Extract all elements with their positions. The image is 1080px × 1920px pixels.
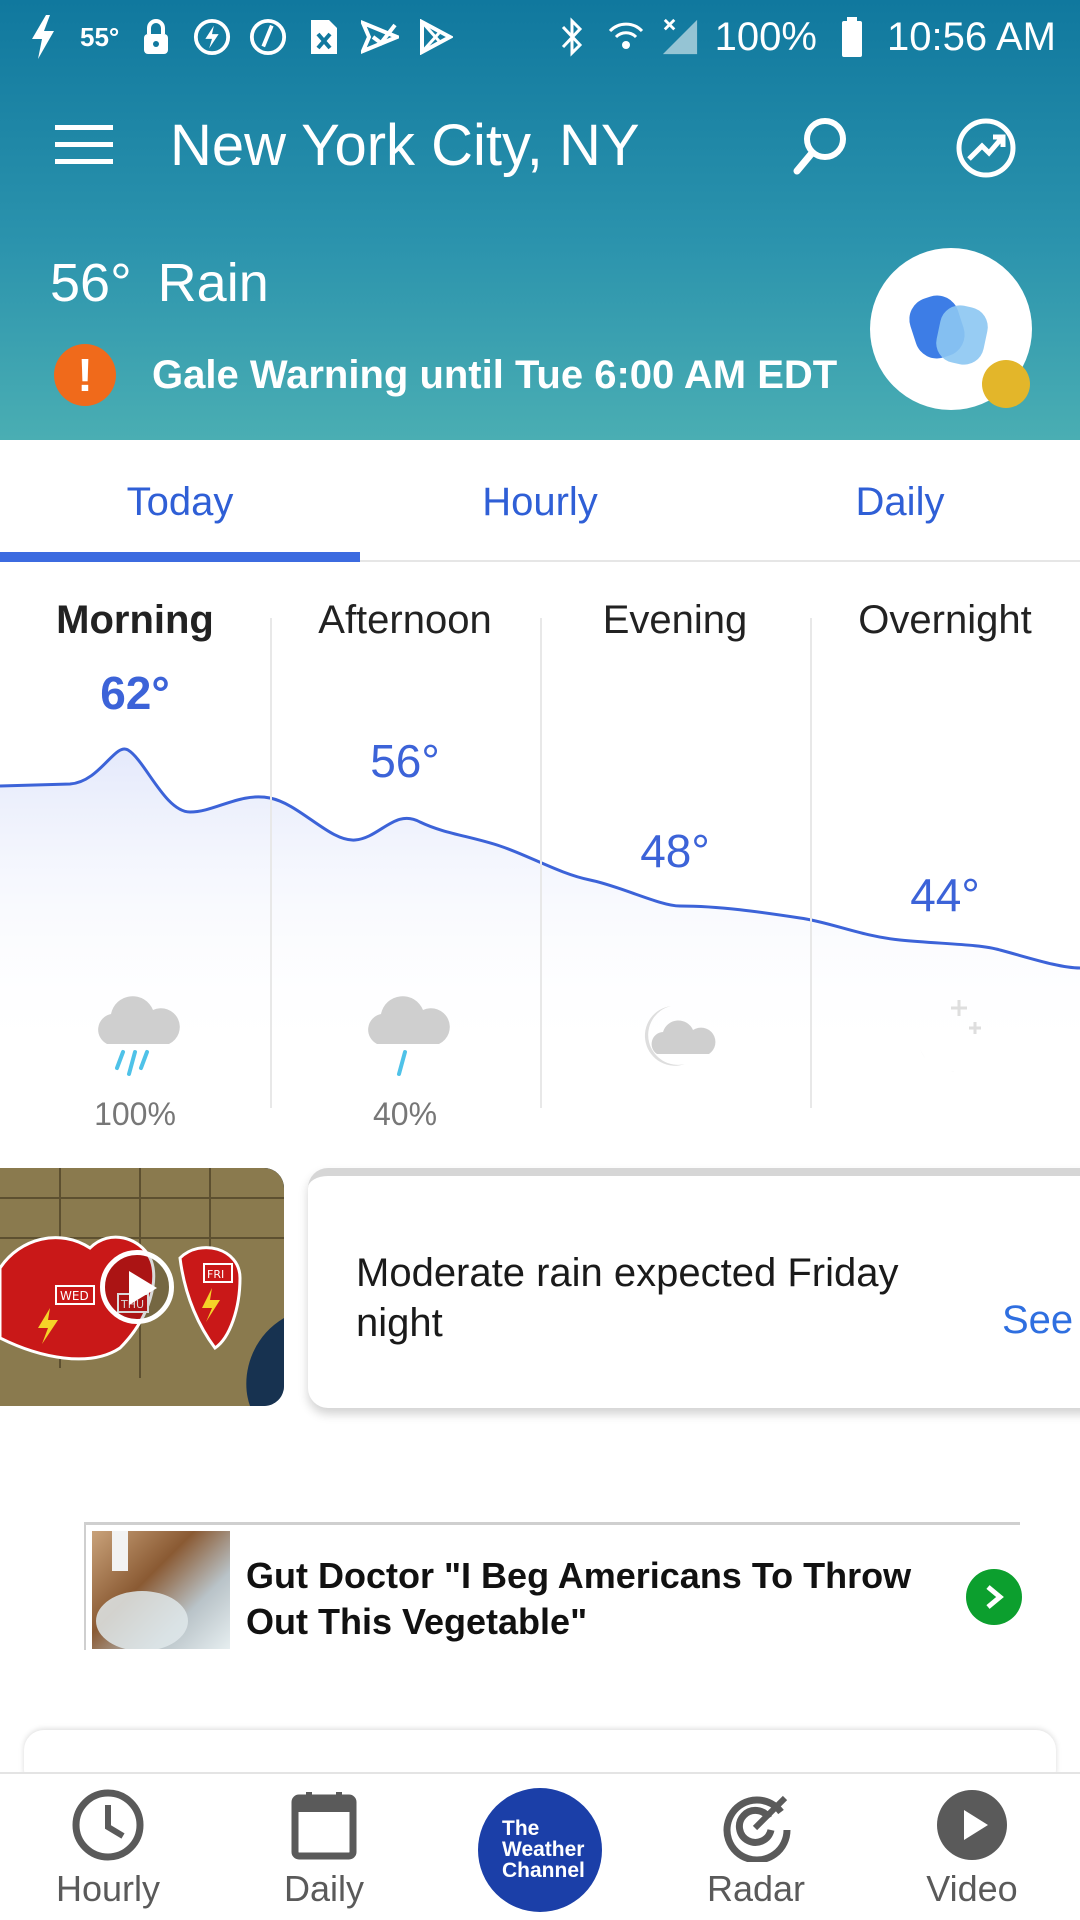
location-title[interactable]: New York City, NY	[170, 112, 640, 179]
ad-image	[92, 1531, 230, 1649]
signal-icon	[661, 15, 699, 59]
nav-daily[interactable]: Daily	[234, 1788, 414, 1910]
rain-cloud-icon	[368, 996, 450, 1076]
nav-radar-label: Radar	[706, 1868, 806, 1909]
calendar-icon	[291, 1792, 357, 1860]
nav-hourly-label: Hourly	[55, 1868, 161, 1909]
map-label-wed: WED	[60, 1289, 89, 1303]
lock-icon	[137, 15, 175, 59]
alert-text: Gale Warning until Tue 6:00 AM EDT	[152, 352, 838, 397]
storm-alert-icon-2	[249, 15, 287, 59]
status-temp: 55°	[80, 21, 120, 52]
daypart-overnight-temp: 44°	[910, 869, 980, 921]
partly-cloudy-night-icon	[644, 1006, 716, 1066]
bluetooth-icon	[553, 15, 591, 59]
send-icon	[361, 15, 400, 59]
logo-line-1: The	[502, 1817, 540, 1840]
nav-hourly[interactable]: Hourly	[18, 1788, 198, 1910]
trending-circle-icon	[956, 118, 1016, 178]
battery-icon	[833, 15, 871, 59]
bottom-navigation: Hourly Daily The Weather Channel Radar V…	[0, 1772, 1080, 1920]
daypart-evening-label[interactable]: Evening	[540, 598, 810, 643]
video-thumbnail[interactable]: WED THU FRI	[0, 1168, 284, 1406]
chevron-right-icon	[986, 1585, 1004, 1609]
ad-title[interactable]: Gut Doctor "I Beg Americans To Throw Out…	[246, 1553, 966, 1645]
play-circle-icon	[937, 1790, 1007, 1860]
daypart-afternoon-precip: 40%	[372, 1096, 438, 1132]
daypart-afternoon-label[interactable]: Afternoon	[270, 598, 540, 643]
daypart-overnight-label[interactable]: Overnight	[810, 598, 1080, 643]
clear-night-icon	[917, 1000, 981, 1072]
alert-icon: !	[54, 344, 116, 406]
clock-icon	[72, 1789, 144, 1861]
rain-cloud-icon	[98, 996, 180, 1076]
daypart-divider	[270, 618, 272, 1108]
logo-line-2: Weather	[502, 1838, 585, 1861]
weather-alert[interactable]: ! Gale Warning until Tue 6:00 AM EDT	[54, 344, 837, 406]
tab-hourly[interactable]: Hourly	[360, 440, 720, 560]
battery-percent: 100%	[714, 14, 817, 59]
lightning-icon	[24, 15, 62, 59]
weather-channel-logo[interactable]: The Weather Channel	[478, 1788, 602, 1912]
daypart-afternoon-temp: 56°	[370, 735, 440, 787]
hamburger-icon	[55, 125, 113, 164]
status-bar: 55° 100% 10:56 AM	[0, 0, 1080, 74]
menu-button[interactable]	[42, 103, 126, 187]
forecast-insight-card[interactable]: Moderate rain expected Friday night See	[308, 1168, 1080, 1408]
document-icon	[305, 15, 343, 59]
insight-text: Moderate rain expected Friday night	[356, 1251, 899, 1345]
tab-today[interactable]: Today	[0, 440, 360, 562]
map-label-fri: FRI	[207, 1268, 224, 1281]
see-link[interactable]: See	[1002, 1298, 1073, 1343]
ad-arrow-button[interactable]	[966, 1569, 1022, 1625]
wifi-icon	[607, 15, 645, 59]
storm-alert-icon	[193, 15, 231, 59]
assistant-badge	[982, 360, 1030, 408]
daypart-divider	[810, 618, 812, 1108]
play-store-icon	[417, 15, 455, 59]
app-bar: New York City, NY	[0, 90, 1080, 200]
daypart-morning-label[interactable]: Morning	[0, 598, 270, 643]
nav-radar[interactable]: Radar	[666, 1788, 846, 1910]
clock: 10:56 AM	[886, 14, 1056, 59]
today-dayparts: Morning Afternoon Evening Overnight 62° …	[0, 562, 1080, 1132]
logo-line-3: Channel	[502, 1859, 585, 1882]
radar-icon	[723, 1795, 791, 1862]
sponsored-ad[interactable]: Gut Doctor "I Beg Americans To Throw Out…	[84, 1522, 1022, 1650]
trending-button[interactable]	[944, 106, 1028, 190]
tab-daily[interactable]: Daily	[720, 440, 1080, 560]
daypart-evening-temp: 48°	[640, 825, 710, 877]
nav-video-label: Video	[926, 1868, 1018, 1909]
current-condition: Rain	[157, 253, 269, 313]
current-conditions: 56° Rain	[50, 252, 295, 314]
nav-video[interactable]: Video	[882, 1788, 1062, 1910]
daypart-morning-precip: 100%	[94, 1096, 176, 1132]
nav-daily-label: Daily	[283, 1868, 364, 1909]
current-temp: 56°	[50, 253, 132, 313]
forecast-tabs: Today Hourly Daily	[0, 440, 1080, 562]
search-icon	[793, 118, 846, 175]
search-button[interactable]	[780, 106, 860, 186]
play-video-button[interactable]	[100, 1250, 174, 1324]
daypart-morning-temp: 62°	[100, 667, 170, 719]
header: 55° 100% 10:56 AM New York City, NY 56° …	[0, 0, 1080, 440]
